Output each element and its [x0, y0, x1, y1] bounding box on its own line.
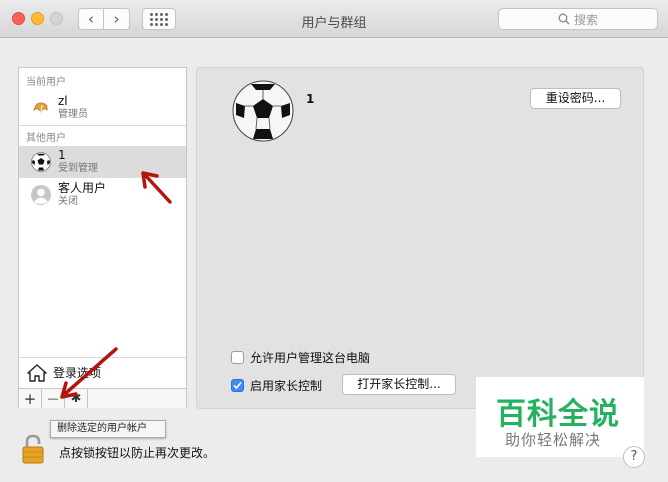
allow-admin-label: 允许用户管理这台电脑 — [250, 351, 371, 365]
title-bar: ‹ › 用户与群组 搜索 — [0, 0, 668, 38]
user-name: zl — [58, 94, 68, 108]
fortune-cookie-icon — [31, 98, 51, 118]
plus-icon: + — [23, 389, 37, 408]
allow-admin-option[interactable]: 允许用户管理这台电脑 — [231, 349, 370, 366]
user-detail-panel: 1 重设密码... 允许用户管理这台电脑 启用家长控制 打开家长控制... — [196, 67, 644, 409]
login-options-label: 登录选项 — [53, 366, 102, 380]
soccer-ball-icon — [31, 152, 51, 172]
house-icon — [27, 363, 47, 382]
login-options-row[interactable]: 登录选项 — [19, 357, 186, 387]
user-name: 1 — [58, 148, 66, 162]
user-status: 受到管理 — [58, 163, 98, 174]
soccer-ball-icon[interactable] — [231, 79, 295, 143]
other-users-heading: 其他用户 — [26, 133, 66, 144]
selected-user-name: 1 — [306, 92, 315, 106]
user-name: 客人用户 — [58, 181, 107, 195]
guest-icon — [31, 185, 51, 205]
user-row-guest[interactable]: 客人用户 关闭 — [19, 179, 186, 211]
reset-password-button[interactable]: 重设密码... — [530, 88, 621, 109]
user-list-sidebar: 当前用户 zl 管理员 其他用户 1 受到管理 客人用户 关闭 登录选项 + —… — [18, 67, 187, 408]
help-button[interactable]: ? — [623, 446, 645, 468]
remove-user-button[interactable]: — — [42, 389, 65, 408]
parental-controls-checkbox[interactable] — [231, 379, 244, 392]
divider — [19, 125, 186, 126]
user-role: 管理员 — [58, 109, 88, 120]
lock-hint: 点按锁按钮以防止再次更改。 — [59, 446, 216, 460]
add-user-button[interactable]: + — [19, 389, 42, 408]
action-menu-button[interactable]: ✱ — [65, 389, 88, 408]
checkmark-icon — [233, 381, 242, 390]
user-row-1[interactable]: 1 受到管理 — [19, 146, 186, 178]
current-users-heading: 当前用户 — [26, 77, 66, 88]
user-row-zl[interactable]: zl 管理员 — [19, 92, 186, 124]
open-parental-controls-button[interactable]: 打开家长控制... — [342, 374, 456, 395]
sidebar-toolbar: + — ✱ — [19, 388, 186, 408]
search-input[interactable]: 搜索 — [498, 8, 658, 30]
user-status: 关闭 — [58, 196, 78, 207]
parental-controls-option[interactable]: 启用家长控制 — [231, 377, 322, 394]
allow-admin-checkbox[interactable] — [231, 351, 244, 364]
search-placeholder: 搜索 — [573, 12, 598, 27]
watermark: 百科全说 助你轻松解决 — [476, 377, 644, 457]
parental-controls-label: 启用家长控制 — [250, 379, 323, 393]
gear-icon: ✱ — [70, 391, 82, 406]
lock-icon[interactable] — [22, 434, 44, 464]
remove-user-tooltip: 删除选定的用户帐户 — [50, 420, 166, 438]
search-icon — [558, 13, 570, 25]
watermark-title: 百科全说 — [496, 397, 620, 432]
minus-icon: — — [47, 392, 59, 405]
watermark-subtitle: 助你轻松解决 — [505, 431, 602, 449]
